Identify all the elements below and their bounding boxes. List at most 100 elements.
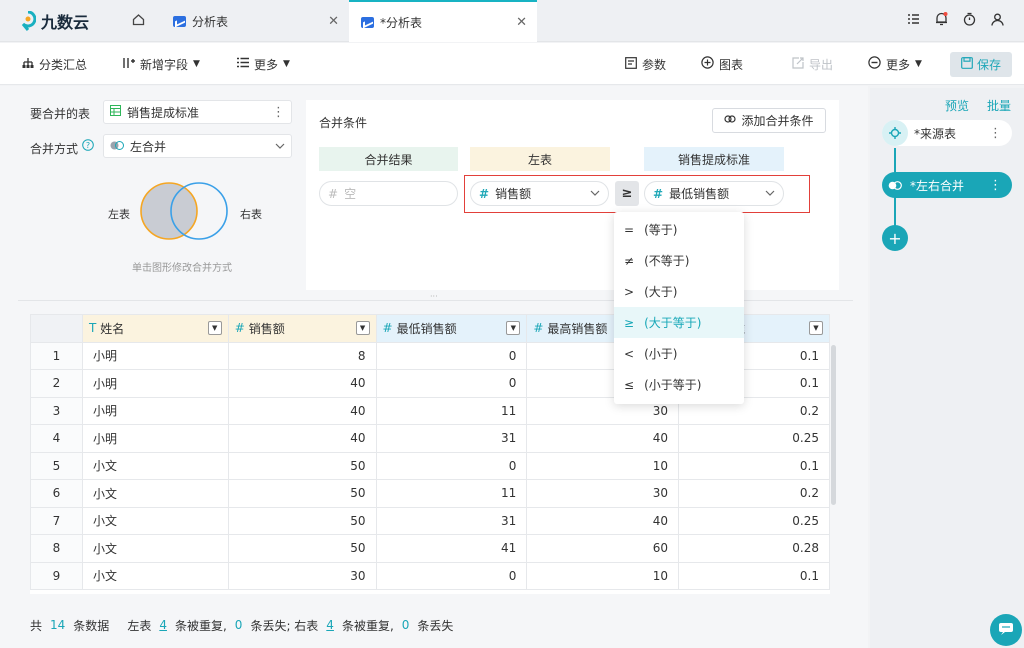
batch-link[interactable]: 批量 [987, 97, 1011, 114]
add-condition-button[interactable]: 添加合并条件 [712, 108, 826, 133]
operator-option[interactable]: ≠ (不等于) [614, 245, 744, 276]
toolbar: 分类汇总 新增字段 ▼ 更多 ▼ 参数 图表 导出 更多 ▼ 保存 [0, 43, 1024, 85]
table-cell: 0.25 [678, 424, 830, 453]
user-icon[interactable] [990, 12, 1004, 26]
chart-button[interactable]: 图表 [701, 43, 743, 85]
operator-option[interactable]: < (小于) [614, 338, 744, 369]
top-right-icons [906, 12, 1004, 26]
row-index: 3 [30, 396, 83, 425]
preview-link[interactable]: 预览 [945, 97, 969, 114]
column-header[interactable]: # 最低销售额 ▼ [375, 314, 528, 343]
resize-handle[interactable]: ··· [430, 292, 438, 301]
column-header[interactable]: # 销售额 ▼ [227, 314, 377, 343]
save-label: 保存 [976, 58, 1001, 72]
timer-icon[interactable] [962, 12, 976, 26]
notification-bell-icon[interactable] [934, 12, 948, 26]
add-step-button[interactable]: + [882, 225, 908, 251]
operator-option[interactable]: > (大于) [614, 276, 744, 307]
more-vertical-icon[interactable]: ⋮ [272, 105, 285, 120]
venn-right-label: 右表 [240, 208, 262, 221]
left-field-select[interactable]: # 销售额 [470, 181, 609, 206]
add-field-button[interactable]: 新增字段 ▼ [123, 43, 200, 85]
dropdown-icon[interactable]: ▼ [207, 321, 222, 336]
app-logo[interactable]: 九数云 [20, 9, 89, 33]
dropdown-icon[interactable]: ▼ [506, 321, 521, 336]
tab-analysis-2-active[interactable]: *分析表 ✕ [349, 0, 537, 42]
right-field-select[interactable]: # 最低销售额 [644, 181, 784, 206]
left-duplicate-count[interactable]: 4 [159, 618, 167, 632]
footer-text: 左表 [127, 618, 152, 633]
save-button[interactable]: 保存 [950, 52, 1012, 77]
table-row[interactable]: 5 小文 50 0 10 0.1 [30, 451, 830, 480]
task-list-icon[interactable] [906, 12, 920, 26]
params-button[interactable]: 参数 [625, 43, 666, 85]
more-vertical-icon[interactable]: ⋮ [989, 126, 1002, 141]
column-header[interactable]: T 姓名 ▼ [81, 314, 229, 343]
table-cell: 小明 [81, 341, 229, 370]
table-row[interactable]: 8 小文 50 41 60 0.28 [30, 534, 830, 563]
operator-symbol: < [624, 346, 635, 361]
table-cell: 30 [227, 561, 377, 590]
operator-option[interactable]: ≤ (小于等于) [614, 369, 744, 400]
more-right-button[interactable]: 更多 ▼ [868, 43, 922, 85]
chat-support-button[interactable] [990, 614, 1022, 646]
row-index: 5 [30, 451, 83, 480]
dropdown-icon[interactable]: ▼ [809, 321, 823, 336]
index-header [30, 314, 83, 343]
operator-symbol: ≥ [621, 186, 633, 201]
operator-label: (小于) [644, 347, 678, 361]
flow-node-source[interactable]: *来源表 ⋮ [882, 120, 1012, 146]
hash-icon: # [653, 186, 664, 201]
operator-dropdown: = (等于) ≠ (不等于) > (大于) ≥ (大于等于) < (小于) ≤ (小于等于) [614, 212, 744, 404]
caret-down-icon: ▼ [915, 59, 922, 69]
col-result-header: 合并结果 [319, 147, 458, 171]
source-icon [882, 120, 908, 146]
number-type-icon: # [533, 321, 544, 336]
column-name: 姓名 [100, 321, 125, 336]
operator-symbol: ≥ [624, 315, 635, 330]
table-cell: 40 [227, 369, 377, 398]
chevron-down-icon [765, 188, 775, 199]
help-icon[interactable]: ? [82, 139, 94, 154]
more-vertical-icon[interactable]: ⋮ [989, 178, 1002, 193]
row-index: 8 [30, 534, 83, 563]
result-field[interactable]: # 空 [319, 181, 458, 206]
dropdown-icon[interactable]: ▼ [355, 321, 370, 336]
close-icon[interactable]: ✕ [516, 15, 527, 30]
link-icon [724, 113, 737, 128]
more-left-label: 更多 [254, 57, 279, 72]
top-tab-bar: 九数云 分析表 ✕ *分析表 ✕ [0, 0, 1024, 42]
table-cell: 小明 [81, 396, 229, 425]
hash-icon: # [328, 186, 339, 201]
table-row[interactable]: 9 小文 30 0 10 0.1 [30, 561, 830, 590]
tab-label: *分析表 [380, 15, 423, 30]
operator-option[interactable]: = (等于) [614, 214, 744, 245]
operator-select[interactable]: ≥ [615, 181, 639, 206]
merge-method-select[interactable]: 左合并 [103, 134, 292, 158]
more-left-button[interactable]: 更多 ▼ [237, 43, 290, 85]
export-button[interactable]: 导出 [792, 43, 833, 85]
table-row[interactable]: 4 小明 40 31 40 0.25 [30, 424, 830, 453]
table-row[interactable]: 6 小文 50 11 30 0.2 [30, 479, 830, 508]
merge-table-select[interactable]: 销售提成标准 ⋮ [103, 100, 292, 124]
summary-button[interactable]: 分类汇总 [22, 43, 87, 85]
table-row[interactable]: 7 小文 50 31 40 0.25 [30, 506, 830, 535]
hash-icon: # [479, 186, 490, 201]
operator-option[interactable]: ≥ (大于等于) [614, 307, 744, 338]
table-scrollbar[interactable] [831, 345, 836, 505]
close-icon[interactable]: ✕ [328, 14, 339, 29]
table-cell: 8 [227, 341, 377, 370]
merge-method-value: 左合并 [130, 139, 167, 154]
tab-analysis-1[interactable]: 分析表 ✕ [163, 0, 349, 42]
operator-label: (小于等于) [644, 378, 702, 392]
venn-diagram[interactable] [139, 181, 231, 241]
flow-node-label: *来源表 [914, 126, 957, 141]
operator-label: (等于) [644, 223, 678, 237]
tab-home[interactable] [113, 0, 163, 42]
table-cell: 50 [227, 506, 377, 535]
flow-node-left-join[interactable]: *左右合并 ⋮ [882, 172, 1012, 198]
add-field-label: 新增字段 [140, 57, 189, 72]
right-duplicate-count[interactable]: 4 [326, 618, 334, 632]
number-type-icon: # [382, 321, 393, 336]
caret-down-icon: ▼ [283, 59, 290, 69]
